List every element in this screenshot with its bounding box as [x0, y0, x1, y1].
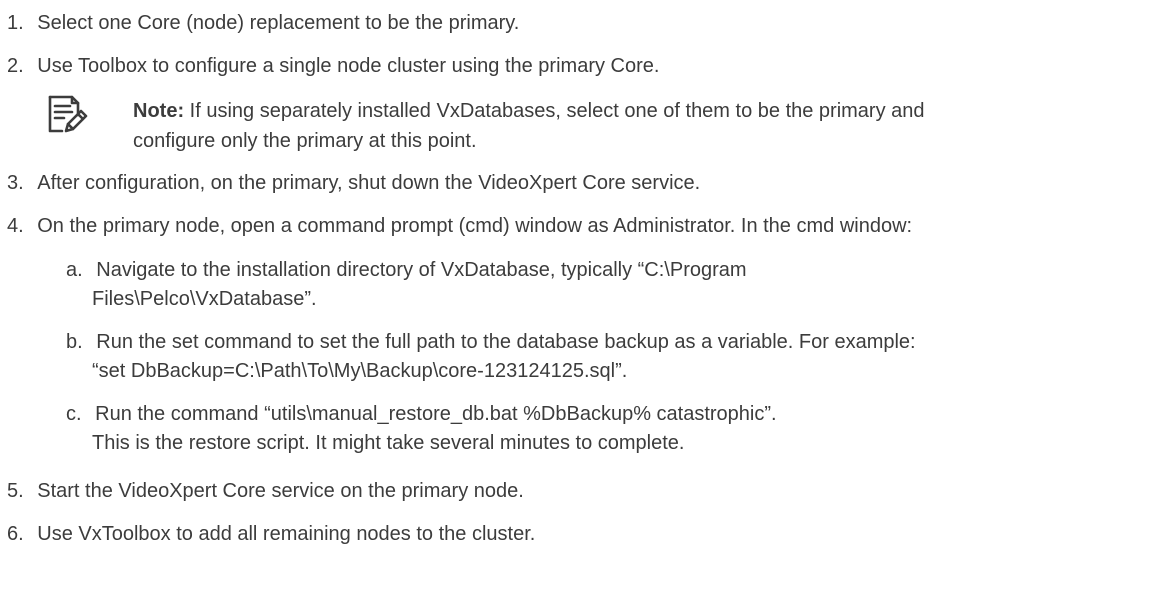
- substep-a-line-1: a. Navigate to the installation director…: [66, 257, 747, 283]
- substep-text: Run the set command to set the full path…: [96, 331, 916, 353]
- substep-a-line-2: Files\Pelco\VxDatabase”.: [92, 286, 317, 312]
- step-number: 6.: [7, 523, 24, 545]
- note-text-2: configure only the primary at this point…: [133, 130, 477, 152]
- step-5: 5. Start the VideoXpert Core service on …: [7, 478, 524, 504]
- document-page: 1. Select one Core (node) replacement to…: [0, 0, 1173, 593]
- substep-text: Files\Pelco\VxDatabase”.: [92, 288, 317, 310]
- substep-text: Run the command “utils\manual_restore_db…: [95, 403, 777, 425]
- step-6: 6. Use VxToolbox to add all remaining no…: [7, 521, 535, 547]
- substep-letter: a.: [66, 259, 83, 281]
- note-label: Note:: [133, 100, 185, 122]
- note-line-1: Note: If using separately installed VxDa…: [133, 98, 925, 124]
- substep-c-line-2: This is the restore script. It might tak…: [92, 430, 684, 456]
- note-line-2: configure only the primary at this point…: [133, 128, 477, 154]
- step-number: 2.: [7, 55, 24, 77]
- step-number: 4.: [7, 215, 24, 237]
- step-4: 4. On the primary node, open a command p…: [7, 213, 912, 239]
- substep-letter: b.: [66, 331, 83, 353]
- substep-text: “set DbBackup=C:\Path\To\My\Backup\core-…: [92, 360, 628, 382]
- substep-b-line-1: b. Run the set command to set the full p…: [66, 329, 916, 355]
- step-text: Use VxToolbox to add all remaining nodes…: [37, 523, 536, 545]
- substep-text: Navigate to the installation directory o…: [96, 259, 747, 281]
- step-text: Start the VideoXpert Core service on the…: [37, 480, 524, 502]
- step-text: After configuration, on the primary, shu…: [37, 172, 701, 194]
- note-text-1: If using separately installed VxDatabase…: [184, 100, 925, 122]
- step-text: Use Toolbox to configure a single node c…: [37, 55, 660, 77]
- substep-c-line-1: c. Run the command “utils\manual_restore…: [66, 401, 777, 427]
- step-text: Select one Core (node) replacement to be…: [37, 12, 520, 34]
- step-number: 3.: [7, 172, 24, 194]
- substep-letter: c.: [66, 403, 82, 425]
- step-1: 1. Select one Core (node) replacement to…: [7, 10, 519, 36]
- step-number: 1.: [7, 12, 24, 34]
- step-number: 5.: [7, 480, 24, 502]
- note-icon: [48, 95, 88, 133]
- substep-text: This is the restore script. It might tak…: [92, 432, 685, 454]
- step-2: 2. Use Toolbox to configure a single nod…: [7, 53, 659, 79]
- step-text: On the primary node, open a command prom…: [37, 215, 913, 237]
- step-3: 3. After configuration, on the primary, …: [7, 170, 700, 196]
- substep-b-line-2: “set DbBackup=C:\Path\To\My\Backup\core-…: [92, 358, 627, 384]
